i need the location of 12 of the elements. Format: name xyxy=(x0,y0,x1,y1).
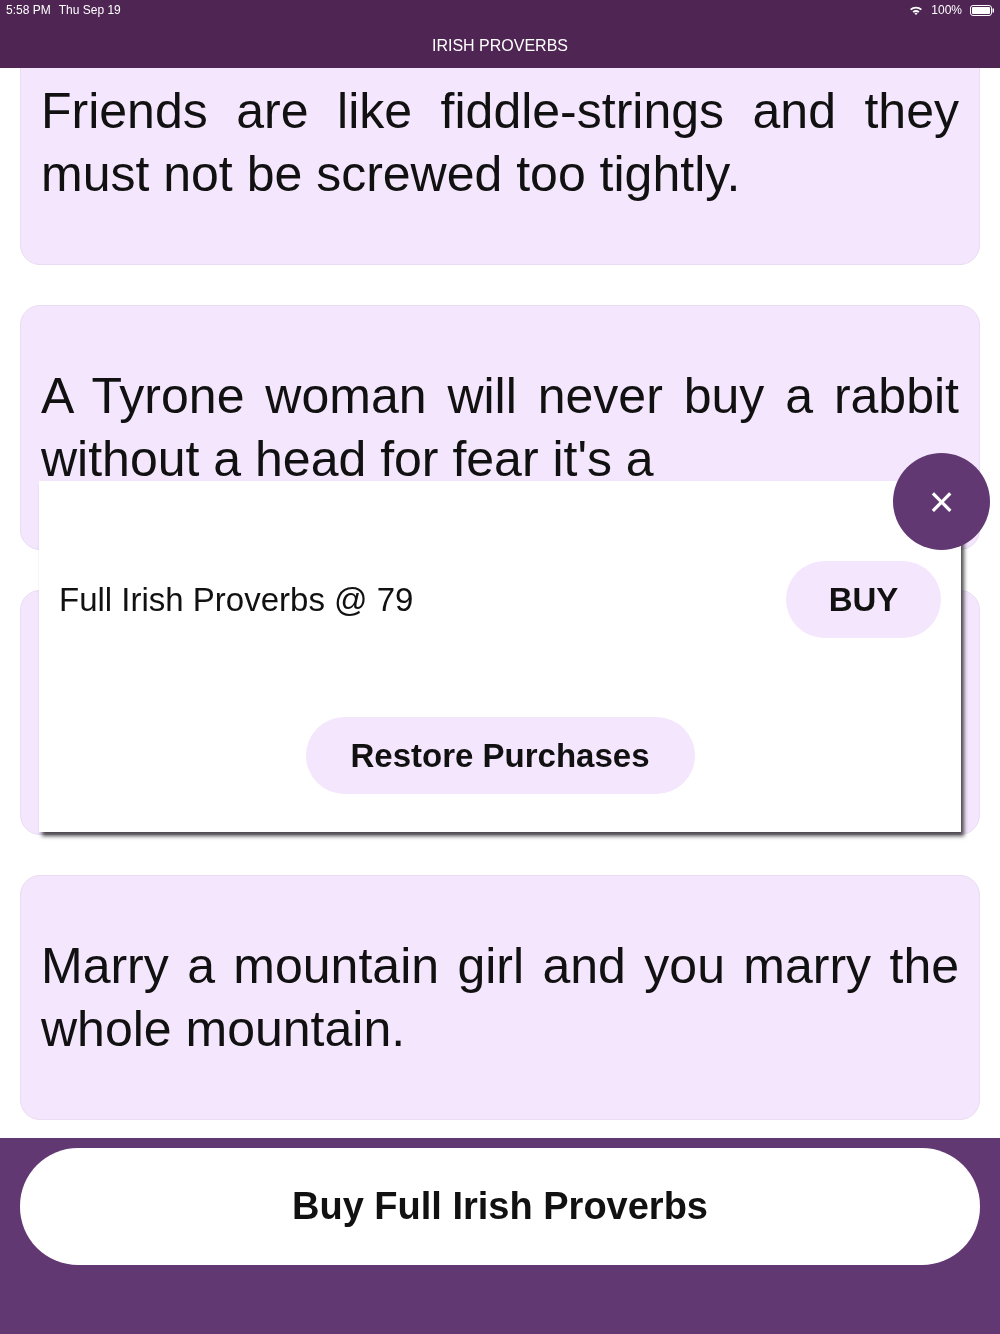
status-time: 5:58 PM xyxy=(6,2,51,19)
buy-full-button[interactable]: Buy Full Irish Proverbs xyxy=(20,1148,980,1265)
proverb-text: Friends are like fiddle-strings and they must not be screwed too tightly. xyxy=(41,81,959,204)
wifi-icon xyxy=(909,5,924,15)
battery-percent: 100% xyxy=(931,2,962,19)
status-date: Thu Sep 19 xyxy=(58,2,121,19)
restore-purchases-button[interactable]: Restore Purchases xyxy=(305,717,695,794)
proverb-text: Marry a mountain girl and you marry the whole mountain. xyxy=(41,936,959,1059)
battery-icon xyxy=(970,4,994,16)
product-label: Full Irish Proverbs @ 79 xyxy=(59,579,414,620)
buy-button[interactable]: BUY xyxy=(786,561,941,638)
screen-title: IRISH PROVERBS xyxy=(431,36,569,56)
